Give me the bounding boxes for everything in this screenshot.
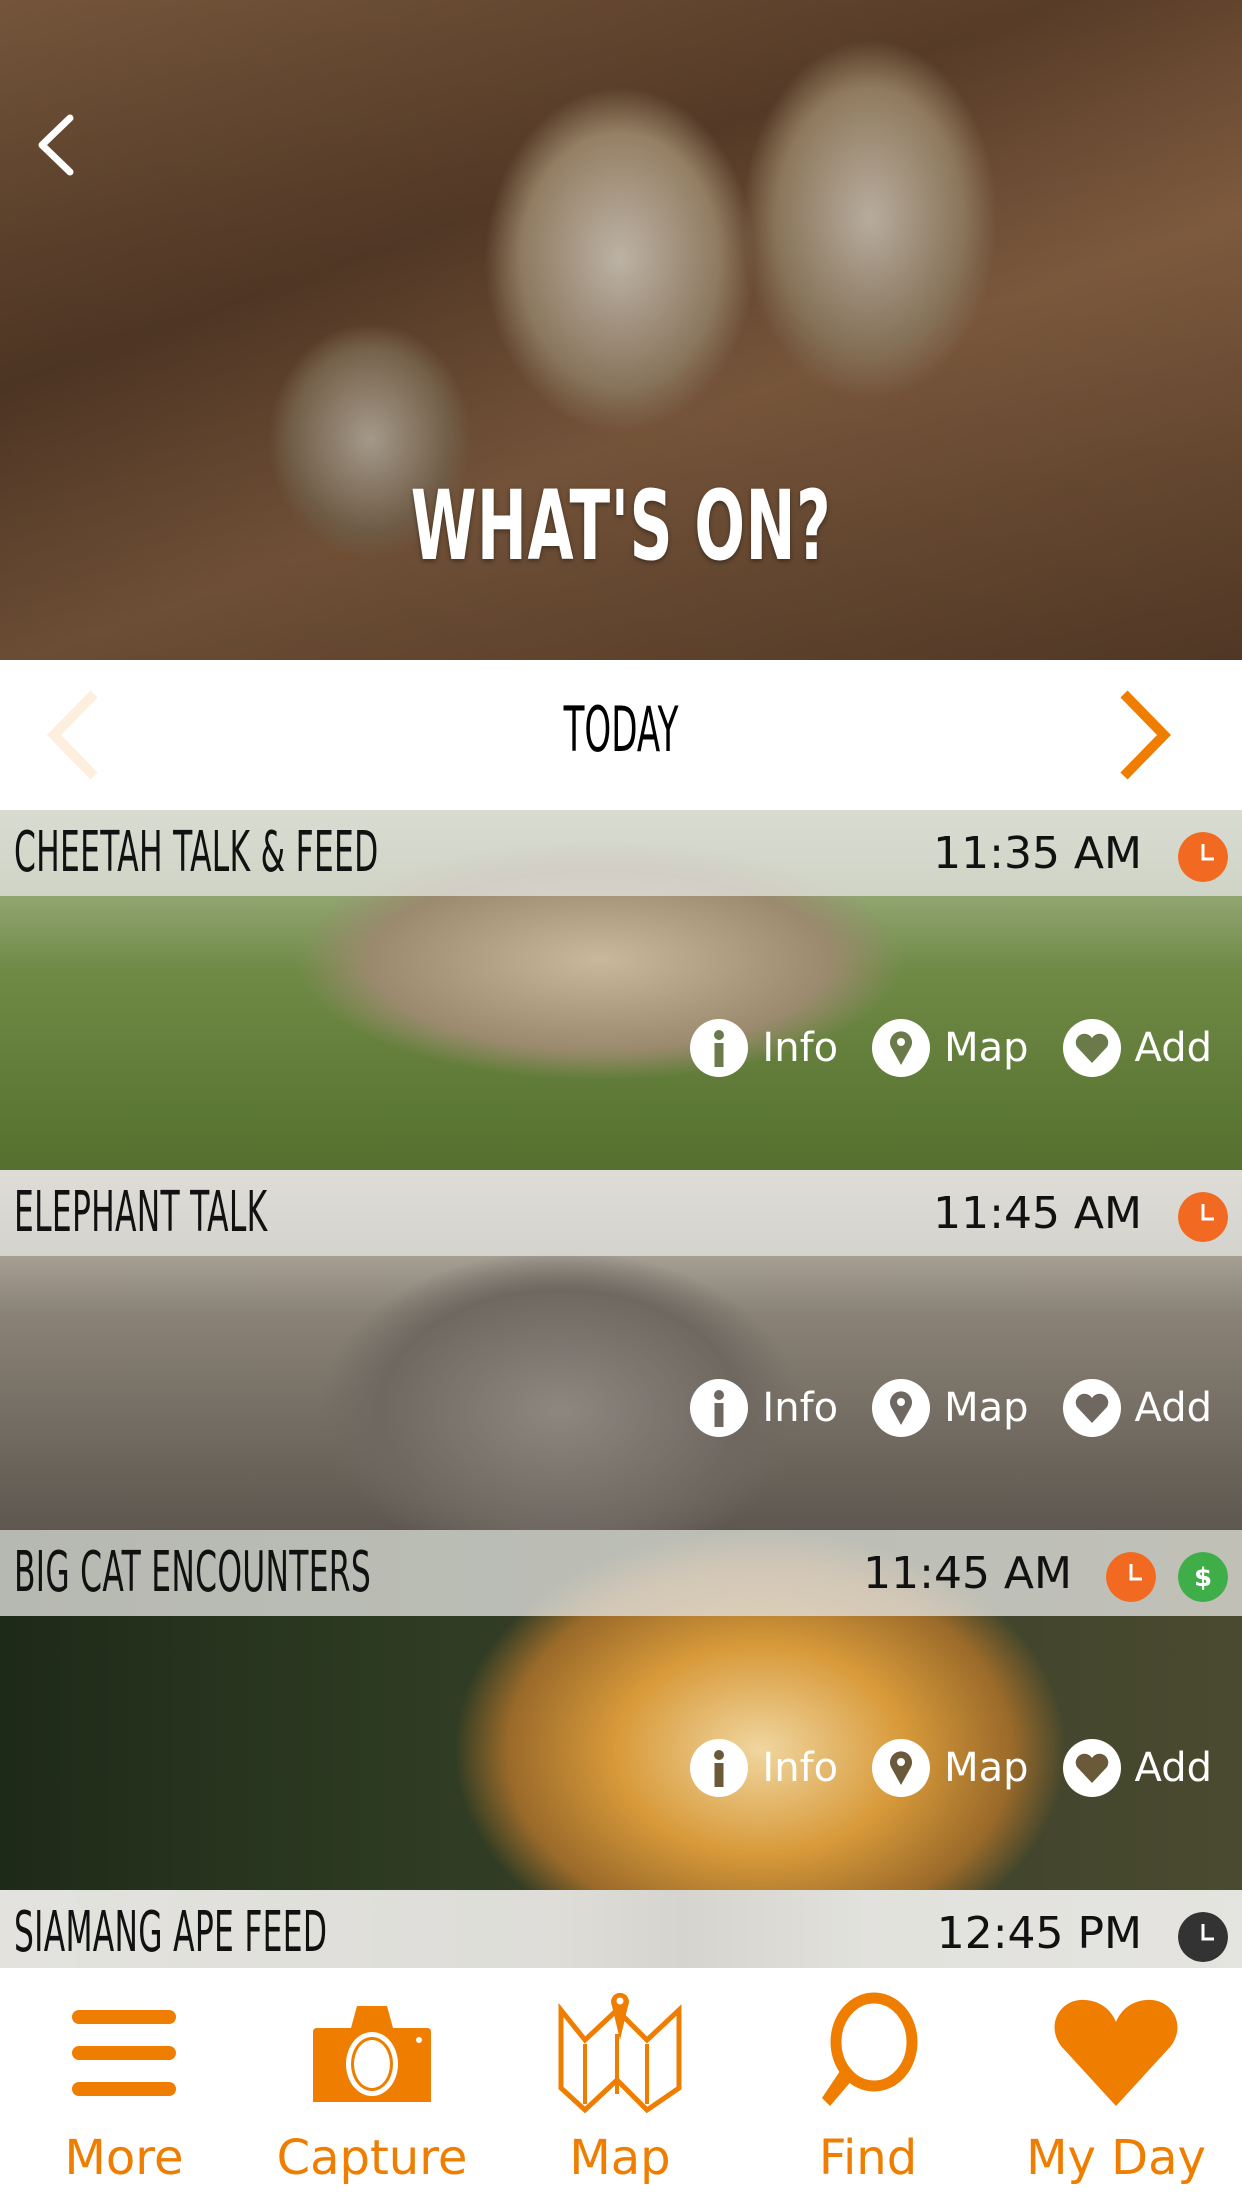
event-header: SIAMANG APE FEED 12:45 PM bbox=[0, 1890, 1242, 1968]
event-title: BIG CAT ENCOUNTERS bbox=[14, 1540, 372, 1605]
tab-my-day[interactable]: My Day bbox=[992, 1968, 1240, 2208]
map-label: Map bbox=[944, 1745, 1029, 1791]
add-label: Add bbox=[1134, 1025, 1212, 1071]
day-label: TODAY bbox=[563, 693, 679, 766]
add-label: Add bbox=[1134, 1385, 1212, 1431]
event-time: 12:45 PM bbox=[936, 1908, 1142, 1959]
search-icon bbox=[822, 1992, 918, 2106]
event-time: 11:45 AM bbox=[933, 1188, 1142, 1239]
event-header: BIG CAT ENCOUNTERS 11:45 AM $ bbox=[0, 1530, 1242, 1616]
event-actions: Info Map Add bbox=[656, 1738, 1212, 1798]
add-button[interactable]: Add bbox=[1062, 1739, 1212, 1797]
dollar-icon: $ bbox=[1178, 1552, 1228, 1602]
map-button[interactable]: Map bbox=[872, 1739, 1029, 1797]
map-button[interactable]: Map bbox=[872, 1379, 1029, 1437]
chevron-left-icon bbox=[38, 114, 74, 176]
event-card[interactable]: BIG CAT ENCOUNTERS 11:45 AM $ Info Map A… bbox=[0, 1530, 1242, 1890]
svg-text:$: $ bbox=[1194, 1563, 1212, 1593]
info-label: Info bbox=[762, 1745, 839, 1791]
back-button[interactable] bbox=[28, 110, 88, 180]
event-time: 11:45 AM bbox=[863, 1548, 1072, 1599]
event-actions: Info Map Add bbox=[656, 1018, 1212, 1078]
event-time: 11:35 AM bbox=[933, 828, 1142, 879]
tab-find[interactable]: Find bbox=[744, 1968, 992, 2208]
add-label: Add bbox=[1134, 1745, 1212, 1791]
clock-icon bbox=[1178, 1192, 1228, 1242]
tab-more[interactable]: More bbox=[0, 1968, 248, 2208]
event-actions: Info Map Add bbox=[656, 1378, 1212, 1438]
tab-map[interactable]: Map bbox=[496, 1968, 744, 2208]
bottom-tab-bar: More Capture Map Find My Day bbox=[0, 1968, 1242, 2208]
event-title: ELEPHANT TALK bbox=[14, 1180, 268, 1245]
map-pin-icon bbox=[872, 1739, 931, 1797]
add-button[interactable]: Add bbox=[1062, 1019, 1212, 1077]
tab-label: Map bbox=[569, 2130, 671, 2186]
event-card[interactable]: CHEETAH TALK & FEED 11:35 AM Info Map Ad… bbox=[0, 810, 1242, 1170]
previous-day-button[interactable] bbox=[44, 690, 104, 780]
next-day-button[interactable] bbox=[1114, 690, 1174, 780]
event-title: CHEETAH TALK & FEED bbox=[14, 820, 379, 885]
chevron-left-icon bbox=[47, 690, 98, 780]
event-header: ELEPHANT TALK 11:45 AM bbox=[0, 1170, 1242, 1256]
folded-map-icon bbox=[558, 1992, 682, 2114]
clock-icon bbox=[1178, 832, 1228, 882]
map-pin-icon bbox=[872, 1379, 931, 1437]
info-label: Info bbox=[762, 1025, 839, 1071]
event-card[interactable]: SIAMANG APE FEED 12:45 PM bbox=[0, 1890, 1242, 1968]
tab-capture[interactable]: Capture bbox=[248, 1968, 496, 2208]
heart-icon bbox=[1054, 1999, 1178, 2106]
heart-icon bbox=[1062, 1379, 1121, 1437]
hero-banner: WHAT'S ON? bbox=[0, 0, 1242, 660]
info-icon bbox=[690, 1019, 749, 1077]
page-title: WHAT'S ON? bbox=[410, 470, 832, 582]
info-icon bbox=[690, 1379, 749, 1437]
tab-label: More bbox=[64, 2130, 184, 2186]
tab-label: Capture bbox=[276, 2130, 468, 2186]
chevron-right-icon bbox=[1120, 690, 1171, 780]
info-button[interactable]: Info bbox=[690, 1379, 838, 1437]
map-pin-icon bbox=[872, 1019, 931, 1077]
info-button[interactable]: Info bbox=[690, 1019, 838, 1077]
event-title: SIAMANG APE FEED bbox=[14, 1900, 328, 1965]
camera-icon bbox=[313, 2006, 431, 2102]
info-icon bbox=[690, 1739, 749, 1797]
heart-icon bbox=[1062, 1739, 1121, 1797]
tab-label: My Day bbox=[1026, 2130, 1206, 2186]
map-button[interactable]: Map bbox=[872, 1019, 1029, 1077]
info-button[interactable]: Info bbox=[690, 1739, 838, 1797]
map-label: Map bbox=[944, 1025, 1029, 1071]
tab-label: Find bbox=[818, 2130, 918, 2186]
map-label: Map bbox=[944, 1385, 1029, 1431]
add-button[interactable]: Add bbox=[1062, 1379, 1212, 1437]
clock-icon bbox=[1106, 1552, 1156, 1602]
menu-icon bbox=[72, 2010, 176, 2096]
info-label: Info bbox=[762, 1385, 839, 1431]
clock-icon bbox=[1178, 1912, 1228, 1962]
heart-icon bbox=[1062, 1019, 1121, 1077]
event-header: CHEETAH TALK & FEED 11:35 AM bbox=[0, 810, 1242, 896]
event-card[interactable]: ELEPHANT TALK 11:45 AM Info Map Add bbox=[0, 1170, 1242, 1530]
